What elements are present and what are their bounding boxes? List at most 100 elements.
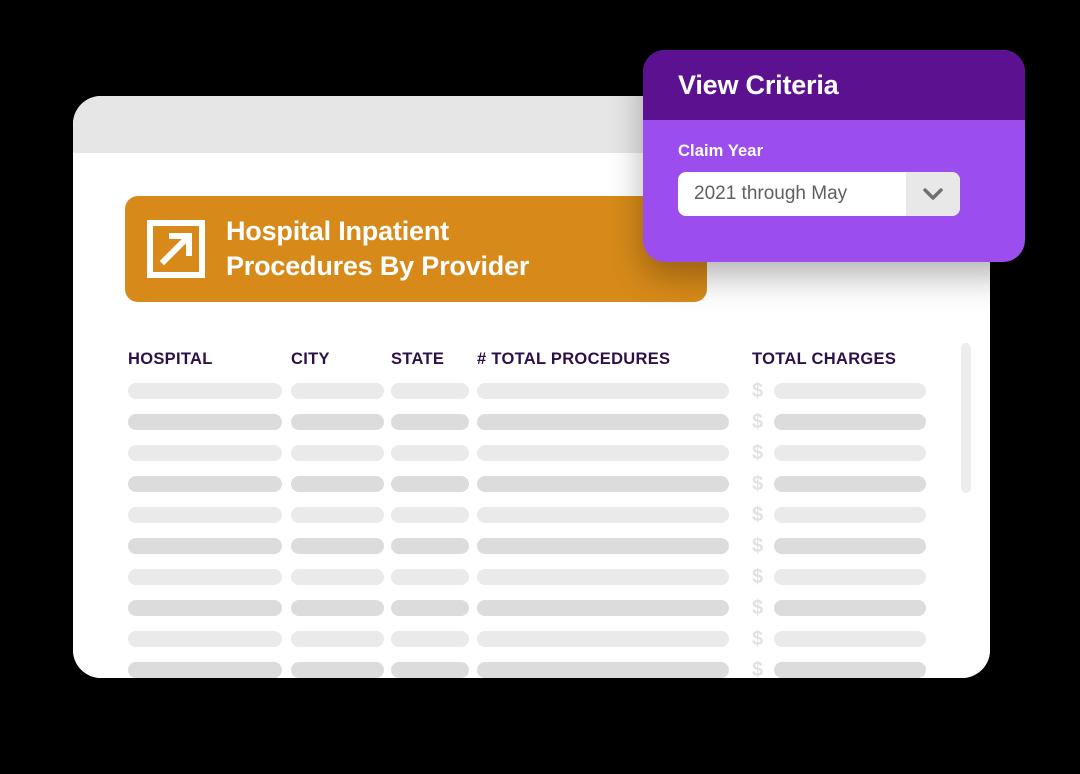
skeleton-bar (291, 445, 384, 461)
table-row[interactable]: $ (128, 660, 978, 678)
skeleton-bar (477, 600, 729, 616)
skeleton-bar (391, 414, 469, 430)
cell-city (291, 631, 391, 647)
report-banner[interactable]: Hospital Inpatient Procedures By Provide… (125, 196, 707, 302)
currency-symbol: $ (752, 535, 764, 557)
cell-state (391, 383, 477, 399)
table-row[interactable]: $ (128, 535, 978, 557)
skeleton-bar (477, 662, 729, 678)
cell-charges: $ (752, 629, 952, 649)
skeleton-bar (774, 414, 926, 430)
cell-state (391, 631, 477, 647)
skeleton-bar (128, 476, 282, 492)
cell-charges: $ (752, 660, 952, 678)
currency-symbol: $ (752, 659, 764, 678)
skeleton-bar (477, 476, 729, 492)
cell-hospital (128, 631, 291, 647)
skeleton-bar (477, 631, 729, 647)
skeleton-bar (774, 445, 926, 461)
cell-state (391, 445, 477, 461)
currency-symbol: $ (752, 566, 764, 588)
skeleton-bar (291, 383, 384, 399)
skeleton-bar (128, 662, 282, 678)
cell-charges: $ (752, 474, 952, 494)
cell-procedures (477, 507, 752, 523)
skeleton-bar (774, 383, 926, 399)
cell-charges: $ (752, 381, 952, 401)
skeleton-bar (391, 445, 469, 461)
vertical-scrollbar-thumb[interactable] (961, 343, 971, 493)
results-table: HOSPITAL CITY STATE # TOTAL PROCEDURES T… (128, 339, 978, 678)
currency-symbol: $ (752, 442, 764, 464)
view-criteria-header: View Criteria (643, 50, 1025, 120)
currency-symbol: $ (752, 411, 764, 433)
skeleton-bar (477, 538, 729, 554)
skeleton-bar (128, 569, 282, 585)
screenshot-root: Hospital Inpatient Procedures By Provide… (0, 0, 1080, 774)
cell-state (391, 569, 477, 585)
column-header-charges[interactable]: TOTAL CHARGES (752, 350, 952, 369)
table-header-row: HOSPITAL CITY STATE # TOTAL PROCEDURES T… (128, 339, 978, 369)
column-header-state[interactable]: STATE (391, 350, 477, 369)
table-body: $$$$$$$$$$$$ (128, 381, 978, 678)
report-title: Hospital Inpatient Procedures By Provide… (226, 216, 530, 281)
table-row[interactable]: $ (128, 442, 978, 464)
skeleton-bar (391, 569, 469, 585)
cell-hospital (128, 662, 291, 678)
skeleton-bar (477, 445, 729, 461)
table-row[interactable]: $ (128, 597, 978, 619)
table-row[interactable]: $ (128, 566, 978, 588)
column-header-procedures[interactable]: # TOTAL PROCEDURES (477, 350, 752, 369)
skeleton-bar (291, 538, 384, 554)
skeleton-bar (128, 445, 282, 461)
cell-state (391, 662, 477, 678)
cell-hospital (128, 476, 291, 492)
table-row[interactable]: $ (128, 505, 978, 525)
skeleton-bar (291, 662, 384, 678)
cell-charges: $ (752, 505, 952, 525)
currency-symbol: $ (752, 597, 764, 619)
currency-symbol: $ (752, 628, 764, 650)
cell-city (291, 414, 391, 430)
table-row[interactable]: $ (128, 411, 978, 433)
currency-symbol: $ (752, 380, 764, 402)
column-header-city[interactable]: CITY (291, 350, 391, 369)
cell-city (291, 383, 391, 399)
cell-hospital (128, 569, 291, 585)
skeleton-bar (774, 476, 926, 492)
skeleton-bar (391, 383, 469, 399)
cell-procedures (477, 662, 752, 678)
chevron-down-icon[interactable] (906, 172, 960, 216)
cell-city (291, 569, 391, 585)
table-row[interactable]: $ (128, 381, 978, 401)
view-criteria-title: View Criteria (678, 69, 839, 100)
column-header-hospital[interactable]: HOSPITAL (128, 350, 291, 369)
skeleton-bar (128, 414, 282, 430)
skeleton-bar (291, 600, 384, 616)
skeleton-bar (291, 631, 384, 647)
skeleton-bar (128, 631, 282, 647)
cell-city (291, 507, 391, 523)
skeleton-bar (774, 569, 926, 585)
cell-city (291, 538, 391, 554)
cell-city (291, 445, 391, 461)
claim-year-select[interactable]: 2021 through May (678, 172, 960, 216)
currency-symbol: $ (752, 473, 764, 495)
skeleton-bar (477, 383, 729, 399)
cell-hospital (128, 507, 291, 523)
cell-procedures (477, 476, 752, 492)
skeleton-bar (128, 383, 282, 399)
skeleton-bar (291, 414, 384, 430)
skeleton-bar (391, 631, 469, 647)
table-row[interactable]: $ (128, 474, 978, 494)
cell-hospital (128, 600, 291, 616)
cell-state (391, 600, 477, 616)
vertical-scrollbar-track[interactable] (960, 343, 972, 643)
cell-state (391, 414, 477, 430)
table-row[interactable]: $ (128, 629, 978, 649)
skeleton-bar (128, 507, 282, 523)
cell-state (391, 538, 477, 554)
cell-procedures (477, 600, 752, 616)
cell-procedures (477, 414, 752, 430)
cell-city (291, 662, 391, 678)
